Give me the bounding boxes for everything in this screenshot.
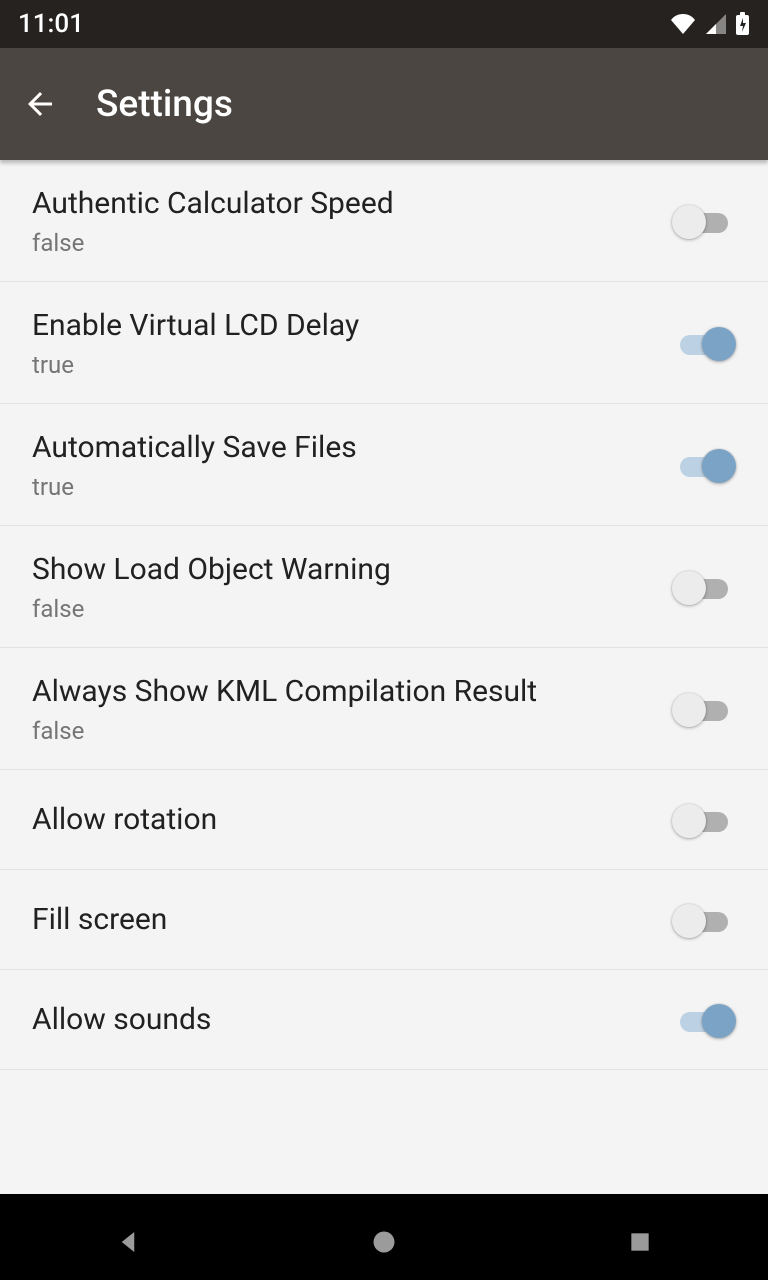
setting-enable-virtual-lcd-delay[interactable]: Enable Virtual LCD Delay true [0, 282, 768, 404]
setting-fill-screen[interactable]: Fill screen [0, 870, 768, 970]
setting-text: Fill screen [32, 900, 672, 939]
settings-list[interactable]: Authentic Calculator Speed false Enable Vi… [0, 160, 768, 1194]
setting-text: Allow rotation [32, 800, 672, 839]
setting-subtitle: false [32, 595, 648, 623]
setting-text: Show Load Object Warning false [32, 550, 672, 623]
status-icons [669, 12, 750, 36]
cellular-icon [705, 13, 727, 35]
app-bar: Settings [0, 48, 768, 160]
back-button[interactable] [16, 80, 64, 128]
toggle-switch[interactable] [672, 689, 736, 729]
setting-text: Allow sounds [32, 1000, 672, 1039]
setting-subtitle: false [32, 717, 648, 745]
setting-text: Authentic Calculator Speed false [32, 184, 672, 257]
setting-automatically-save-files[interactable]: Automatically Save Files true [0, 404, 768, 526]
toggle-switch[interactable] [672, 323, 736, 363]
status-time: 11:01 [18, 9, 84, 39]
page-title: Settings [96, 83, 233, 126]
setting-title: Show Load Object Warning [32, 550, 648, 589]
setting-always-show-kml-compilation-result[interactable]: Always Show KML Compilation Result false [0, 648, 768, 770]
arrow-back-icon [22, 86, 58, 122]
toggle-switch[interactable] [672, 800, 736, 840]
switch-thumb [702, 449, 736, 483]
triangle-back-icon [113, 1227, 143, 1257]
setting-title: Automatically Save Files [32, 428, 648, 467]
switch-thumb [702, 327, 736, 361]
setting-title: Enable Virtual LCD Delay [32, 306, 648, 345]
setting-allow-sounds[interactable]: Allow sounds [0, 970, 768, 1070]
setting-title: Allow sounds [32, 1000, 648, 1039]
setting-show-load-object-warning[interactable]: Show Load Object Warning false [0, 526, 768, 648]
switch-thumb [672, 693, 706, 727]
status-bar: 11:01 [0, 0, 768, 48]
nav-recent-button[interactable] [580, 1212, 700, 1272]
setting-subtitle: true [32, 351, 648, 379]
setting-text: Automatically Save Files true [32, 428, 672, 501]
setting-title: Allow rotation [32, 800, 648, 839]
toggle-switch[interactable] [672, 1000, 736, 1040]
switch-thumb [672, 571, 706, 605]
setting-title: Authentic Calculator Speed [32, 184, 648, 223]
toggle-switch[interactable] [672, 567, 736, 607]
circle-home-icon [370, 1228, 398, 1256]
setting-title: Always Show KML Compilation Result [32, 672, 648, 711]
setting-authentic-calculator-speed[interactable]: Authentic Calculator Speed false [0, 160, 768, 282]
nav-back-button[interactable] [68, 1212, 188, 1272]
nav-home-button[interactable] [324, 1212, 444, 1272]
toggle-switch[interactable] [672, 201, 736, 241]
toggle-switch[interactable] [672, 900, 736, 940]
switch-thumb [672, 205, 706, 239]
setting-text: Always Show KML Compilation Result false [32, 672, 672, 745]
switch-thumb [672, 804, 706, 838]
square-recent-icon [627, 1229, 653, 1255]
switch-thumb [672, 904, 706, 938]
setting-allow-rotation[interactable]: Allow rotation [0, 770, 768, 870]
battery-icon [735, 12, 750, 36]
setting-subtitle: true [32, 473, 648, 501]
wifi-icon [669, 13, 697, 35]
switch-thumb [702, 1004, 736, 1038]
toggle-switch[interactable] [672, 445, 736, 485]
navigation-bar [0, 1194, 768, 1280]
setting-title: Fill screen [32, 900, 648, 939]
setting-subtitle: false [32, 229, 648, 257]
setting-text: Enable Virtual LCD Delay true [32, 306, 672, 379]
